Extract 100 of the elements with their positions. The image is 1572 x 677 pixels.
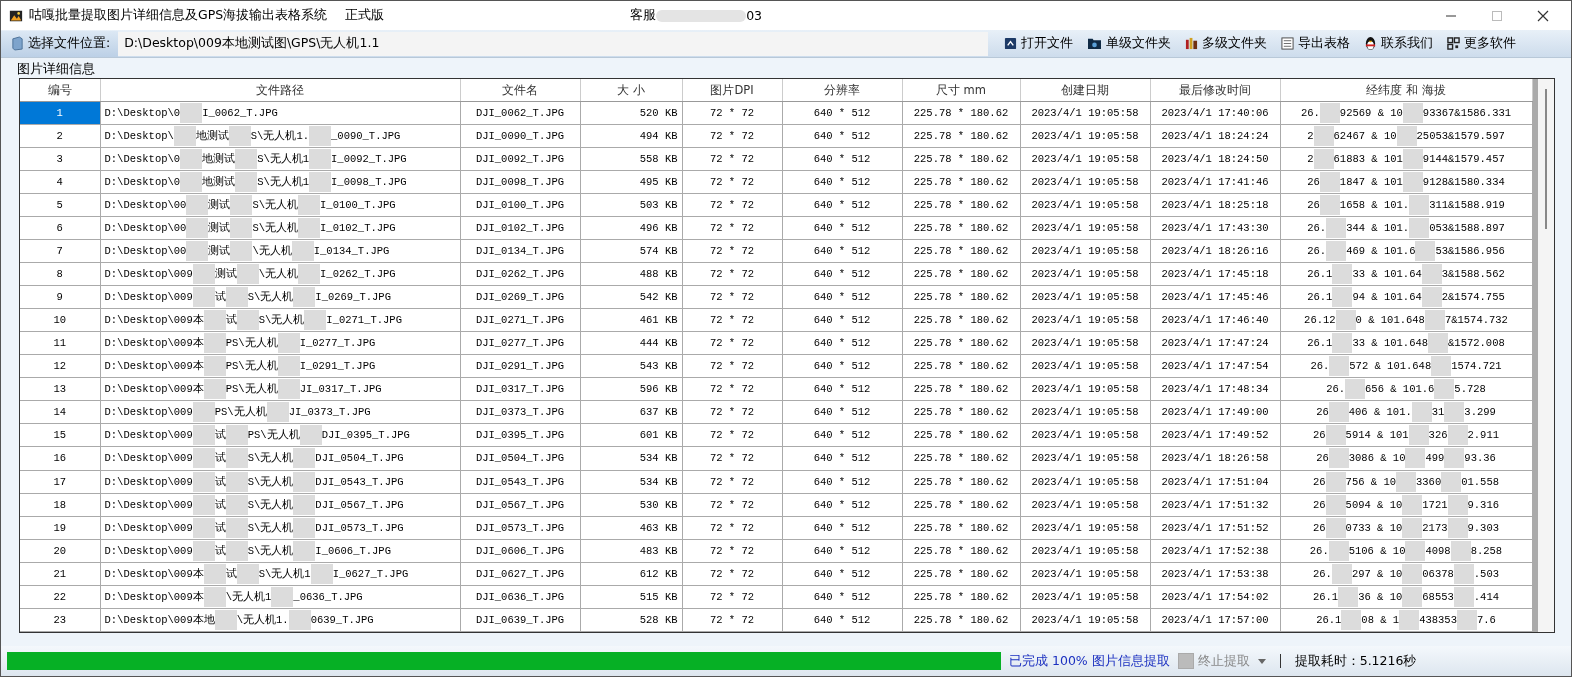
privacy-blur (1328, 540, 1349, 561)
gps-fragment: 499 (1425, 452, 1445, 465)
row-number-cell[interactable]: 7 (20, 239, 100, 263)
row-number-cell[interactable]: 22 (20, 585, 100, 609)
privacy-blur (192, 425, 215, 446)
column-header[interactable]: 创建日期 (1020, 79, 1150, 102)
maximize-icon[interactable] (1491, 9, 1503, 22)
path-fragment: I_0100_T.JPG (320, 199, 396, 212)
toolbar-button[interactable]: 联系我们 (1358, 33, 1440, 54)
table-cell: DJI_0636_T.JPG (460, 585, 580, 609)
table-cell: 463 KB (580, 516, 682, 540)
path-fragment: D:\Desktop\00 (104, 199, 187, 212)
row-number-cell[interactable]: 5 (20, 193, 100, 217)
scrollbar[interactable] (1532, 79, 1554, 632)
table-cell: 2023/4/1 19:05:58 (1020, 354, 1150, 378)
column-header[interactable]: 编号 (20, 79, 100, 102)
table-cell: 640 * 512 (782, 331, 902, 355)
privacy-blur (1399, 609, 1420, 630)
row-number-cell[interactable]: 16 (20, 446, 100, 470)
books-icon (1185, 37, 1199, 50)
table-cell: 494 KB (580, 124, 682, 148)
row-number-cell[interactable]: 23 (20, 608, 100, 632)
table-cell: 225.78 * 180.62 (902, 446, 1020, 470)
toolbar-button[interactable]: 多级文件夹 (1179, 33, 1274, 54)
gps-fragment: 3360 (1416, 475, 1442, 488)
row-number-cell[interactable]: 12 (20, 354, 100, 378)
row-number-cell[interactable]: 3 (20, 147, 100, 171)
privacy-blur (236, 264, 259, 285)
toolbar-button[interactable]: 单级文件夹 (1081, 33, 1178, 54)
column-header[interactable]: 最后修改时间 (1150, 79, 1280, 102)
path-fragment: D:\Desktop\009 (104, 406, 193, 419)
table-cell: 2023/4/1 19:05:58 (1020, 147, 1150, 171)
gps-fragment: 3.299 (1464, 406, 1496, 419)
path-field[interactable]: D:\Desktop\009本地测试图\GPS\无人机1.1 (118, 31, 989, 56)
table-cell: 2023/4/1 19:05:58 (1020, 285, 1150, 309)
privacy-blur (203, 379, 226, 400)
column-header[interactable]: 大 小 (580, 79, 682, 102)
row-number-cell[interactable]: 20 (20, 539, 100, 563)
table-cell: 225.78 * 180.62 (902, 193, 1020, 217)
table-cell: 2023/4/1 18:25:18 (1150, 193, 1280, 217)
caret-icon[interactable] (1257, 658, 1266, 664)
row-number-cell[interactable]: 19 (20, 516, 100, 540)
row-number-cell[interactable]: 8 (20, 262, 100, 286)
path-fragment: S\无人机 (252, 198, 299, 213)
table-cell: 495 KB (580, 170, 682, 194)
path-fragment: DJI_0504_T.JPG (315, 452, 404, 465)
row-number-cell[interactable]: 17 (20, 470, 100, 494)
table-cell: 2023/4/1 17:49:00 (1150, 400, 1280, 424)
privacy-blur (293, 517, 316, 538)
close-icon[interactable] (1537, 9, 1549, 22)
path-fragment: D:\Desktop\009本地 (104, 612, 215, 627)
row-number-cell[interactable]: 1 (20, 101, 100, 125)
status-message: 已完成 100% 图片信息提取 (1009, 652, 1170, 670)
path-fragment: 测试 (214, 267, 237, 282)
privacy-blur (309, 172, 332, 193)
table-icon (1281, 37, 1295, 50)
column-header[interactable]: 尺寸 mm (902, 79, 1020, 102)
privacy-blur (1325, 494, 1346, 515)
table-cell: DJI_0627_T.JPG (460, 562, 580, 586)
toolbar-button[interactable]: 导出表格 (1275, 33, 1357, 54)
privacy-blur (1319, 103, 1340, 123)
column-header[interactable]: 经纬度 和 海拔 (1280, 79, 1532, 102)
column-header[interactable]: 文件名 (460, 79, 580, 102)
table-cell: 72 * 72 (682, 608, 782, 632)
toolbar-button[interactable]: 打开文件 (998, 33, 1080, 54)
gps-fragment: 9144&1579.457 (1422, 153, 1505, 166)
row-number-cell[interactable]: 18 (20, 493, 100, 517)
table-cell: 225.78 * 180.62 (902, 539, 1020, 563)
row-number-cell[interactable]: 2 (20, 124, 100, 148)
row-number-cell[interactable]: 4 (20, 170, 100, 194)
column-header[interactable]: 文件路径 (100, 79, 460, 102)
column-header[interactable]: 分辨率 (782, 79, 902, 102)
row-number-cell[interactable]: 9 (20, 285, 100, 309)
gps-fragment: 3&1588.562 (1441, 268, 1505, 281)
gps-fragment: 94 & 101.64 (1352, 291, 1422, 304)
table-cell: 2023/4/1 19:05:58 (1020, 400, 1150, 424)
column-header[interactable]: 图片DPI (682, 79, 782, 102)
row-number-cell[interactable]: 14 (20, 400, 100, 424)
privacy-blur (180, 172, 203, 193)
row-number-cell[interactable]: 11 (20, 331, 100, 355)
toolbar-button[interactable]: 更多软件 (1441, 33, 1523, 54)
row-number-cell[interactable]: 21 (20, 562, 100, 586)
privacy-blur (1409, 218, 1430, 239)
folder-icon (11, 36, 24, 51)
path-fragment: D:\Desktop\0 (104, 153, 181, 166)
table-cell: 2023/4/1 19:05:58 (1020, 562, 1150, 586)
path-fragment: 试 (214, 428, 226, 443)
row-number-cell[interactable]: 13 (20, 377, 100, 401)
path-fragment: I_0134_T.JPG (313, 245, 390, 258)
row-number-cell[interactable]: 10 (20, 308, 100, 332)
privacy-blur (299, 425, 322, 446)
row-number-cell[interactable]: 15 (20, 423, 100, 447)
privacy-blur (1402, 517, 1423, 538)
row-number-cell[interactable]: 6 (20, 216, 100, 240)
privacy-blur (192, 471, 215, 492)
path-fragment: D:\Desktop\009 (104, 268, 193, 281)
choose-location-button[interactable]: 选择文件位置: (1, 30, 119, 57)
path-fragment: D:\Desktop\0 (104, 176, 181, 189)
gps-fragment: 1847 & 101 (1339, 176, 1403, 189)
table-cell: 640 * 512 (782, 516, 902, 540)
